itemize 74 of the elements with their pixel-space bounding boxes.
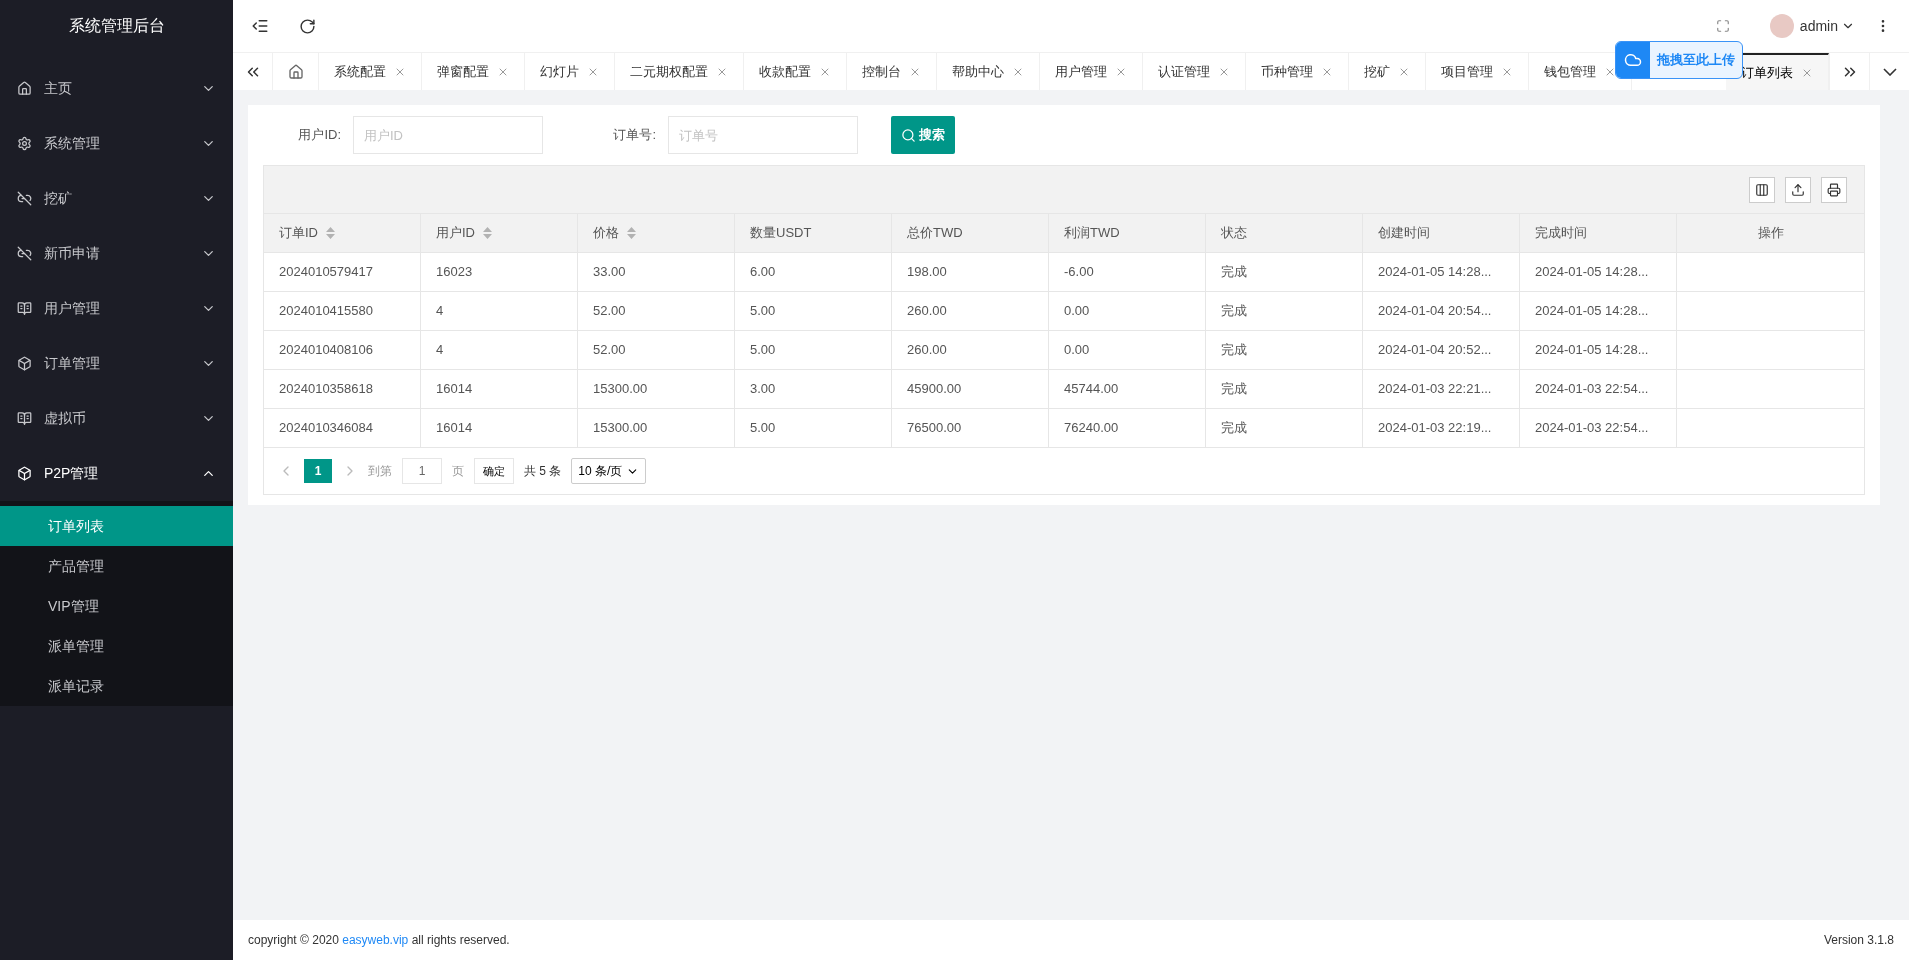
tab-label: 钱包管理 xyxy=(1544,62,1596,81)
tab-label: 项目管理 xyxy=(1441,62,1493,81)
table-cell: 5.00 xyxy=(735,331,892,369)
table-cell: 16014 xyxy=(421,370,578,408)
table-cell: 2024-01-04 20:52... xyxy=(1363,331,1520,369)
table-cell: 2024-01-03 22:54... xyxy=(1520,370,1677,408)
table-cell: 45744.00 xyxy=(1049,370,1206,408)
table-cell: 完成 xyxy=(1206,292,1363,330)
table-cell: 52.00 xyxy=(578,292,735,330)
table-cell: 15300.00 xyxy=(578,409,735,447)
tab-label: 系统配置 xyxy=(334,62,386,81)
tab-label: 帮助中心 xyxy=(952,62,1004,81)
table-cell: 2024-01-05 14:28... xyxy=(1363,253,1520,291)
table-cell: 完成 xyxy=(1206,253,1363,291)
column-header: 创建时间 xyxy=(1363,214,1520,252)
tab-label: 控制台 xyxy=(862,62,901,81)
table-cell: 2024-01-04 20:54... xyxy=(1363,292,1520,330)
table-cell: 4 xyxy=(421,331,578,369)
tab-label: 币种管理 xyxy=(1261,62,1313,81)
table-cell: 16023 xyxy=(421,253,578,291)
column-header: 状态 xyxy=(1206,214,1363,252)
table-cell: 2024-01-03 22:21... xyxy=(1363,370,1520,408)
table-cell: 76240.00 xyxy=(1049,409,1206,447)
table-cell: 4 xyxy=(421,292,578,330)
version-text: Version 3.1.8 xyxy=(1823,932,1894,949)
tab-label: 幻灯片 xyxy=(540,62,579,81)
goto-label: 到第 xyxy=(368,463,392,480)
filter-label: 用户ID: xyxy=(297,126,341,145)
table-cell: 完成 xyxy=(1206,331,1363,369)
table-cell: 完成 xyxy=(1206,370,1363,408)
total-count: 共 5 条 xyxy=(524,463,562,480)
table-cell: 2024010408106 xyxy=(264,331,421,369)
table-cell: 45900.00 xyxy=(892,370,1049,408)
table-cell: 3.00 xyxy=(735,370,892,408)
table-cell: 260.00 xyxy=(892,331,1049,369)
table-cell: 6.00 xyxy=(735,253,892,291)
tab-label: 订单列表 xyxy=(1741,63,1793,82)
column-header: 利润TWD xyxy=(1049,214,1206,252)
table-cell: 2024-01-05 14:28... xyxy=(1520,292,1677,330)
table-cell: 0.00 xyxy=(1049,331,1206,369)
table-cell: 2024-01-05 14:28... xyxy=(1520,331,1677,369)
table-cell: 33.00 xyxy=(578,253,735,291)
table-cell: 15300.00 xyxy=(578,370,735,408)
table-cell: 52.00 xyxy=(578,331,735,369)
tab-label: 认证管理 xyxy=(1158,62,1210,81)
column-header: 完成时间 xyxy=(1520,214,1677,252)
filter-label: 订单号: xyxy=(612,126,656,145)
tab-label: 收款配置 xyxy=(759,62,811,81)
table-cell: 2024-01-03 22:19... xyxy=(1363,409,1520,447)
table-cell: 2024010346084 xyxy=(264,409,421,447)
table-cell: -6.00 xyxy=(1049,253,1206,291)
table-cell: 2024010415580 xyxy=(264,292,421,330)
tab-label: 弹窗配置 xyxy=(437,62,489,81)
table-cell: 5.00 xyxy=(735,292,892,330)
table-cell: 2024010358618 xyxy=(264,370,421,408)
table-cell: 76500.00 xyxy=(892,409,1049,447)
tab-label: 用户管理 xyxy=(1055,62,1107,81)
table-cell: 198.00 xyxy=(892,253,1049,291)
app-title: 系统管理后台 xyxy=(67,16,166,36)
table-cell: 16014 xyxy=(421,409,578,447)
tab-label: 二元期权配置 xyxy=(630,62,708,81)
table-cell: 完成 xyxy=(1206,409,1363,447)
copyright-text: copyright © 2020 easyweb.vip all rights reserved. xyxy=(248,932,510,949)
table-cell: 2024-01-03 22:54... xyxy=(1520,409,1677,447)
table-cell: 2024010579417 xyxy=(264,253,421,291)
tab-label: 挖矿 xyxy=(1364,62,1390,81)
column-header: 数量USDT xyxy=(735,214,892,252)
table-cell: 2024-01-05 14:28... xyxy=(1520,253,1677,291)
table-cell: 0.00 xyxy=(1049,292,1206,330)
table-cell: 5.00 xyxy=(735,409,892,447)
column-header: 总价TWD xyxy=(892,214,1049,252)
table-cell: 260.00 xyxy=(892,292,1049,330)
page-unit: 页 xyxy=(452,463,464,480)
column-header: 操作 xyxy=(1756,224,1785,243)
